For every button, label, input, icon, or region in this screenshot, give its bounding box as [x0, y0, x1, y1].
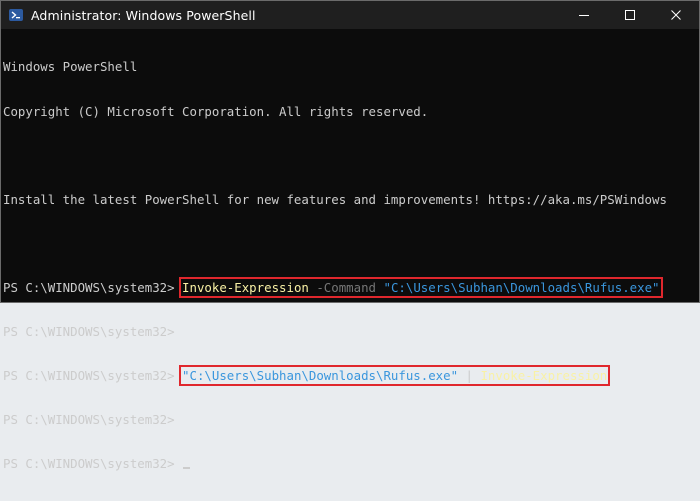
highlighted-command-1: Invoke-Expression -Command "C:\Users\Sub…: [179, 276, 663, 298]
prompt-line: PS C:\WINDOWS\system32>: [3, 412, 183, 428]
minimize-icon: [579, 10, 589, 20]
prompt: PS C:\WINDOWS\system32>: [3, 279, 183, 295]
string-token: "C:\Users\Subhan\Downloads\Rufus.exe": [182, 368, 459, 384]
copyright-line: Copyright (C) Microsoft Corporation. All…: [3, 103, 429, 119]
command-line-2: PS C:\WINDOWS\system32> "C:\Users\Subhan…: [3, 365, 699, 387]
active-prompt-line[interactable]: PS C:\WINDOWS\system32>: [3, 456, 699, 472]
prompt-line: PS C:\WINDOWS\system32>: [3, 323, 183, 339]
parameter-token: -Command: [308, 279, 384, 295]
prompt: PS C:\WINDOWS\system32>: [3, 456, 183, 472]
scrollbar[interactable]: [691, 29, 699, 302]
window-controls: [561, 1, 699, 29]
console-output[interactable]: Windows PowerShell Copyright (C) Microso…: [1, 29, 699, 471]
minimize-button[interactable]: [561, 1, 607, 29]
banner-line: Windows PowerShell: [3, 59, 138, 75]
string-token: "C:\Users\Subhan\Downloads\Rufus.exe": [383, 279, 660, 295]
close-icon: [671, 10, 681, 20]
command-line-1: PS C:\WINDOWS\system32> Invoke-Expressio…: [3, 276, 699, 298]
prompt: PS C:\WINDOWS\system32>: [3, 368, 183, 384]
close-button[interactable]: [653, 1, 699, 29]
window-title: Administrator: Windows PowerShell: [31, 7, 256, 23]
text-cursor: [183, 467, 191, 470]
cmdlet-token: Invoke-Expression: [480, 368, 608, 384]
title-bar[interactable]: Administrator: Windows PowerShell: [1, 1, 699, 29]
maximize-button[interactable]: [607, 1, 653, 29]
cmdlet-token: Invoke-Expression: [182, 279, 309, 295]
powershell-window: Administrator: Windows PowerShell Window…: [0, 0, 700, 471]
maximize-icon: [625, 10, 635, 20]
powershell-icon: [9, 8, 23, 22]
pipe-token: |: [458, 368, 481, 384]
highlighted-command-2: "C:\Users\Subhan\Downloads\Rufus.exe" | …: [179, 365, 611, 387]
install-notice-line: Install the latest PowerShell for new fe…: [3, 191, 667, 207]
